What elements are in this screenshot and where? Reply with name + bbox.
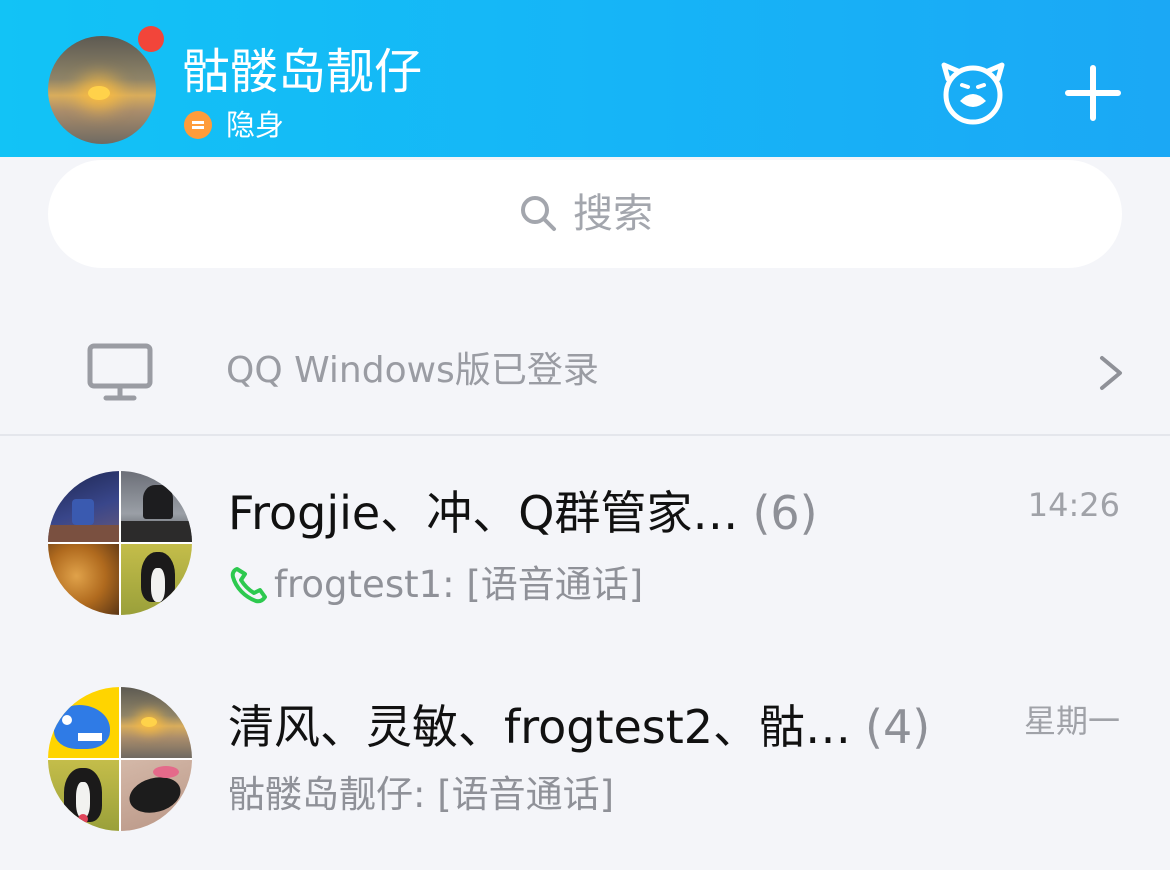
chat-time: 14:26	[1027, 486, 1120, 524]
status-label: 隐身	[226, 108, 285, 142]
avatar-tile	[48, 687, 119, 758]
chat-title: Frogjie、冲、Q群管家… (6)	[228, 483, 818, 543]
device-login-bar[interactable]: QQ Windows版已登录	[0, 306, 1170, 436]
avatar-tile	[121, 687, 192, 758]
user-avatar[interactable]	[48, 36, 156, 144]
chat-title-text: 清风、灵敏、frogtest2、骷…	[228, 700, 852, 754]
chat-title-text: Frogjie、冲、Q群管家…	[228, 486, 739, 540]
avatar-tile	[121, 471, 192, 542]
avatar-tile	[121, 760, 192, 831]
avatar-sunset-image	[88, 86, 110, 100]
device-login-text: QQ Windows版已登录	[226, 350, 599, 391]
chat-list-item[interactable]: Frogjie、冲、Q群管家… (6) 14:26 frogtest1: [语音通…	[0, 437, 1170, 653]
chat-preview-text: 骷髅岛靓仔: [语音通话]	[228, 773, 615, 816]
chat-preview: frogtest1: [语音通话]	[228, 561, 643, 609]
mascot-icon[interactable]	[938, 57, 1008, 127]
group-avatar	[48, 687, 192, 831]
group-avatar	[48, 471, 192, 615]
search-bar[interactable]: 搜索	[48, 160, 1122, 268]
search-icon	[521, 196, 556, 231]
phone-icon	[230, 567, 267, 604]
member-count: (6)	[752, 486, 818, 540]
member-count: (4)	[865, 700, 931, 754]
monitor-icon	[87, 343, 153, 401]
avatar-tile	[121, 544, 192, 615]
search-placeholder: 搜索	[573, 191, 653, 237]
avatar-tile	[48, 760, 119, 831]
notification-dot	[138, 26, 164, 52]
invisible-status-icon	[184, 111, 212, 139]
avatar-tile	[48, 471, 119, 542]
user-nickname[interactable]: 骷髅岛靓仔	[182, 42, 422, 102]
plus-icon[interactable]	[1058, 58, 1128, 128]
top-header: 骷髅岛靓仔 隐身	[0, 0, 1170, 157]
chat-preview-text: frogtest1: [语音通话]	[274, 563, 644, 606]
avatar-tile	[48, 544, 119, 615]
chat-title: 清风、灵敏、frogtest2、骷… (4)	[228, 697, 930, 757]
chat-time: 星期一	[1023, 702, 1120, 740]
online-status[interactable]: 隐身	[184, 108, 284, 142]
chat-preview: 骷髅岛靓仔: [语音通话]	[228, 771, 614, 819]
chat-list-item[interactable]: 清风、灵敏、frogtest2、骷… (4) 星期一 骷髅岛靓仔: [语音通话]	[0, 653, 1170, 869]
chevron-right-icon	[1100, 356, 1122, 390]
